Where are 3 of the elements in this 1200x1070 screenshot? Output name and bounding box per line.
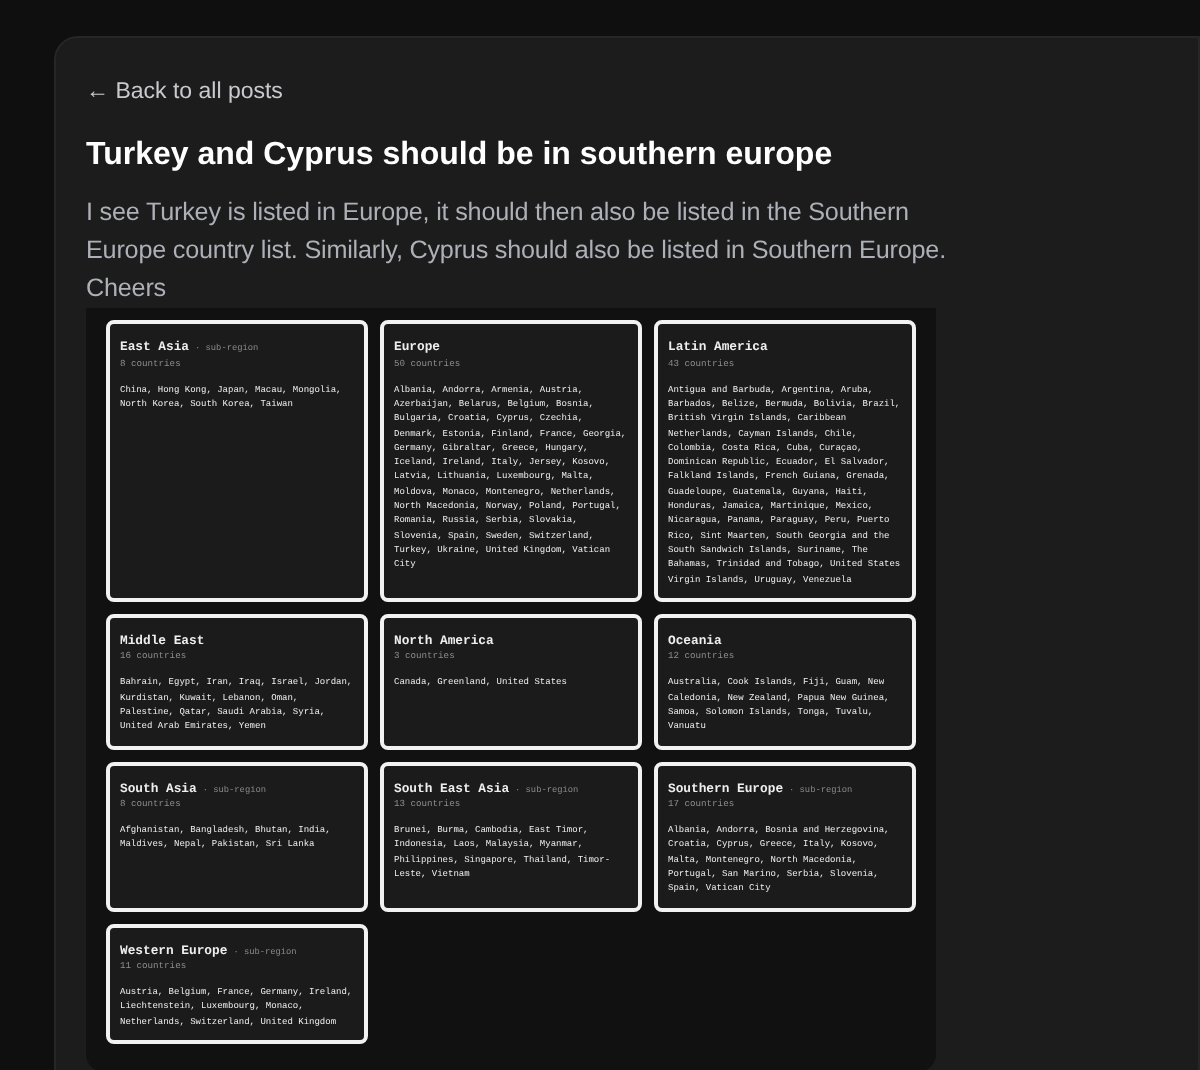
post-body: I see Turkey is listed in Europe, it should then also be listed in the Southern Europe country list. Similarly, Cyprus should also be listed in Southern Europe. Cheers [86,196,948,307]
back-link[interactable]: ← Back to all posts [86,76,283,111]
post-title: Turkey and Cyprus should be in southern europe [86,136,835,175]
